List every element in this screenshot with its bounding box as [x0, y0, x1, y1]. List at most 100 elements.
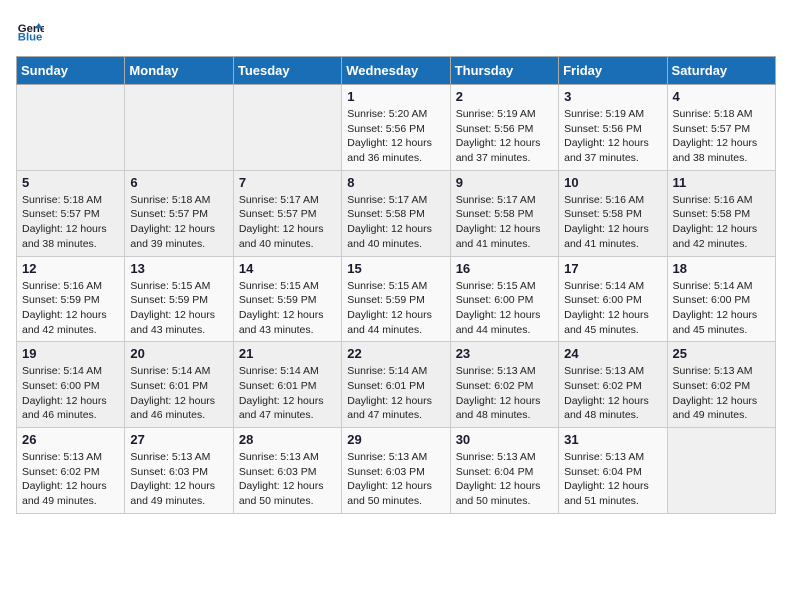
day-number: 9: [456, 175, 553, 190]
day-number: 27: [130, 432, 227, 447]
day-number: 19: [22, 346, 119, 361]
calendar-cell: 13Sunrise: 5:15 AMSunset: 5:59 PMDayligh…: [125, 256, 233, 342]
day-info: Sunrise: 5:14 AMSunset: 6:01 PMDaylight:…: [130, 364, 227, 423]
calendar-cell: 11 Sunrise: 5:16 AMSunset: 5:58 PMDayligh…: [667, 170, 775, 256]
day-info: Sunrise: 5:14 AMSunset: 6:01 PMDaylight:…: [347, 364, 444, 423]
day-info: Sunrise: 5:13 AMSunset: 6:04 PMDaylight:…: [456, 450, 553, 509]
logo-icon: General Blue: [16, 16, 44, 44]
day-number: 29: [347, 432, 444, 447]
day-number: 6: [130, 175, 227, 190]
calendar-cell: 20 Sunrise: 5:14 AMSunset: 6:01 PMDayligh…: [125, 342, 233, 428]
calendar-cell: 27 Sunrise: 5:13 AMSunset: 6:03 PMDayligh…: [125, 428, 233, 514]
day-info: Sunrise: 5:13 AMSunset: 6:02 PMDaylight:…: [673, 364, 770, 423]
weekday-header-monday: Monday: [125, 57, 233, 85]
weekday-header-wednesday: Wednesday: [342, 57, 450, 85]
day-info: Sunrise: 5:14 AMSunset: 6:00 PMDaylight:…: [564, 279, 661, 338]
weekday-header-friday: Friday: [559, 57, 667, 85]
weekday-header-tuesday: Tuesday: [233, 57, 341, 85]
day-info: Sunrise: 5:15 AMSunset: 6:00 PMDaylight:…: [456, 279, 553, 338]
calendar-cell: 12 Sunrise: 5:16 AMSunset: 5:59 PMDayligh…: [17, 256, 125, 342]
day-number: 24: [564, 346, 661, 361]
day-info: Sunrise: 5:13 AMSunset: 6:03 PMDaylight:…: [347, 450, 444, 509]
calendar-cell: 5Sunrise: 5:18 AMSunset: 5:57 PMDaylight…: [17, 170, 125, 256]
calendar-cell: [17, 85, 125, 171]
day-number: 25: [673, 346, 770, 361]
day-info: Sunrise: 5:17 AMSunset: 5:58 PMDaylight:…: [456, 193, 553, 252]
day-info: Sunrise: 5:17 AMSunset: 5:57 PMDaylight:…: [239, 193, 336, 252]
day-info: Sunrise: 5:14 AMSunset: 6:00 PMDaylight:…: [22, 364, 119, 423]
weekday-header-thursday: Thursday: [450, 57, 558, 85]
calendar-cell: 10Sunrise: 5:16 AMSunset: 5:58 PMDayligh…: [559, 170, 667, 256]
calendar-cell: 6 Sunrise: 5:18 AMSunset: 5:57 PMDaylight…: [125, 170, 233, 256]
day-number: 26: [22, 432, 119, 447]
day-info: Sunrise: 5:18 AMSunset: 5:57 PMDaylight:…: [673, 107, 770, 166]
calendar-week-2: 5 Sunrise: 5:18 AMSunset: 5:57 PMDaylight…: [17, 170, 776, 256]
calendar-cell: [125, 85, 233, 171]
calendar-cell: 19 Sunrise: 5:14 AMSunset: 6:00 PMDayligh…: [17, 342, 125, 428]
calendar-cell: 25 Sunrise: 5:13 AMSunset: 6:02 PMDayligh…: [667, 342, 775, 428]
calendar-cell: 22 Sunrise: 5:14 AMSunset: 6:01 PMDayligh…: [342, 342, 450, 428]
day-info: Sunrise: 5:13 AMSunset: 6:03 PMDaylight:…: [239, 450, 336, 509]
day-number: 28: [239, 432, 336, 447]
day-info: Sunrise: 5:16 AMSunset: 5:59 PMDaylight:…: [22, 279, 119, 338]
day-info: Sunrise: 5:13 AMSunset: 6:02 PMDaylight:…: [456, 364, 553, 423]
day-number: 17: [564, 261, 661, 276]
day-info: Sunrise: 5:13 AMSunset: 6:03 PMDaylight:…: [130, 450, 227, 509]
calendar-cell: 4 Sunrise: 5:18 AMSunset: 5:57 PMDaylight…: [667, 85, 775, 171]
calendar-cell: 30 Sunrise: 5:13 AMSunset: 6:04 PMDayligh…: [450, 428, 558, 514]
calendar-cell: 23 Sunrise: 5:13 AMSunset: 6:02 PMDayligh…: [450, 342, 558, 428]
day-number: 20: [130, 346, 227, 361]
day-info: Sunrise: 5:16 AMSunset: 5:58 PMDaylight:…: [564, 193, 661, 252]
day-number: 5: [22, 175, 119, 190]
calendar-cell: [233, 85, 341, 171]
calendar-cell: 1 Sunrise: 5:20 AMSunset: 5:56 PMDaylight…: [342, 85, 450, 171]
day-number: 4: [673, 89, 770, 104]
day-info: Sunrise: 5:14 AMSunset: 6:01 PMDaylight:…: [239, 364, 336, 423]
day-number: 23: [456, 346, 553, 361]
calendar-cell: 21 Sunrise: 5:14 AMSunset: 6:01 PMDayligh…: [233, 342, 341, 428]
svg-text:Blue: Blue: [18, 32, 43, 44]
day-info: Sunrise: 5:16 AMSunset: 5:58 PMDaylight:…: [673, 193, 770, 252]
day-info: Sunrise: 5:20 AMSunset: 5:56 PMDaylight:…: [347, 107, 444, 166]
calendar-cell: 28 Sunrise: 5:13 AMSunset: 6:03 PMDayligh…: [233, 428, 341, 514]
day-number: 21: [239, 346, 336, 361]
calendar-cell: 24 Sunrise: 5:13 AMSunset: 6:02 PMDayligh…: [559, 342, 667, 428]
logo: General Blue: [16, 16, 48, 44]
day-number: 11: [673, 175, 770, 190]
calendar-cell: 8Sunrise: 5:17 AMSunset: 5:58 PMDaylight…: [342, 170, 450, 256]
day-number: 12: [22, 261, 119, 276]
calendar-cell: 16Sunrise: 5:15 AMSunset: 6:00 PMDayligh…: [450, 256, 558, 342]
calendar-week-5: 26 Sunrise: 5:13 AMSunset: 6:02 PMDayligh…: [17, 428, 776, 514]
day-info: Sunrise: 5:19 AMSunset: 5:56 PMDaylight:…: [564, 107, 661, 166]
day-number: 1: [347, 89, 444, 104]
day-info: Sunrise: 5:18 AMSunset: 5:57 PMDaylight:…: [130, 193, 227, 252]
calendar-table: SundayMondayTuesdayWednesdayThursdayFrid…: [16, 56, 776, 514]
day-info: Sunrise: 5:13 AMSunset: 6:02 PMDaylight:…: [564, 364, 661, 423]
calendar-week-4: 19 Sunrise: 5:14 AMSunset: 6:00 PMDayligh…: [17, 342, 776, 428]
day-info: Sunrise: 5:14 AMSunset: 6:00 PMDaylight:…: [673, 279, 770, 338]
day-number: 31: [564, 432, 661, 447]
day-info: Sunrise: 5:15 AMSunset: 5:59 PMDaylight:…: [239, 279, 336, 338]
calendar-cell: 17 Sunrise: 5:14 AMSunset: 6:00 PMDayligh…: [559, 256, 667, 342]
calendar-cell: 15Sunrise: 5:15 AMSunset: 5:59 PMDayligh…: [342, 256, 450, 342]
day-number: 22: [347, 346, 444, 361]
day-number: 2: [456, 89, 553, 104]
day-info: Sunrise: 5:17 AMSunset: 5:58 PMDaylight:…: [347, 193, 444, 252]
calendar-cell: 2 Sunrise: 5:19 AMSunset: 5:56 PMDaylight…: [450, 85, 558, 171]
weekday-header-row: SundayMondayTuesdayWednesdayThursdayFrid…: [17, 57, 776, 85]
weekday-header-saturday: Saturday: [667, 57, 775, 85]
calendar-week-3: 12 Sunrise: 5:16 AMSunset: 5:59 PMDayligh…: [17, 256, 776, 342]
day-number: 30: [456, 432, 553, 447]
calendar-cell: 3 Sunrise: 5:19 AMSunset: 5:56 PMDaylight…: [559, 85, 667, 171]
day-info: Sunrise: 5:13 AMSunset: 6:04 PMDaylight:…: [564, 450, 661, 509]
calendar-cell: 29 Sunrise: 5:13 AMSunset: 6:03 PMDayligh…: [342, 428, 450, 514]
day-number: 14: [239, 261, 336, 276]
calendar-cell: 9 Sunrise: 5:17 AMSunset: 5:58 PMDaylight…: [450, 170, 558, 256]
day-info: Sunrise: 5:19 AMSunset: 5:56 PMDaylight:…: [456, 107, 553, 166]
calendar-cell: 31 Sunrise: 5:13 AMSunset: 6:04 PMDayligh…: [559, 428, 667, 514]
calendar-cell: 7Sunrise: 5:17 AMSunset: 5:57 PMDaylight…: [233, 170, 341, 256]
calendar-cell: 26 Sunrise: 5:13 AMSunset: 6:02 PMDayligh…: [17, 428, 125, 514]
day-info: Sunrise: 5:13 AMSunset: 6:02 PMDaylight:…: [22, 450, 119, 509]
day-number: 3: [564, 89, 661, 104]
day-number: 15: [347, 261, 444, 276]
